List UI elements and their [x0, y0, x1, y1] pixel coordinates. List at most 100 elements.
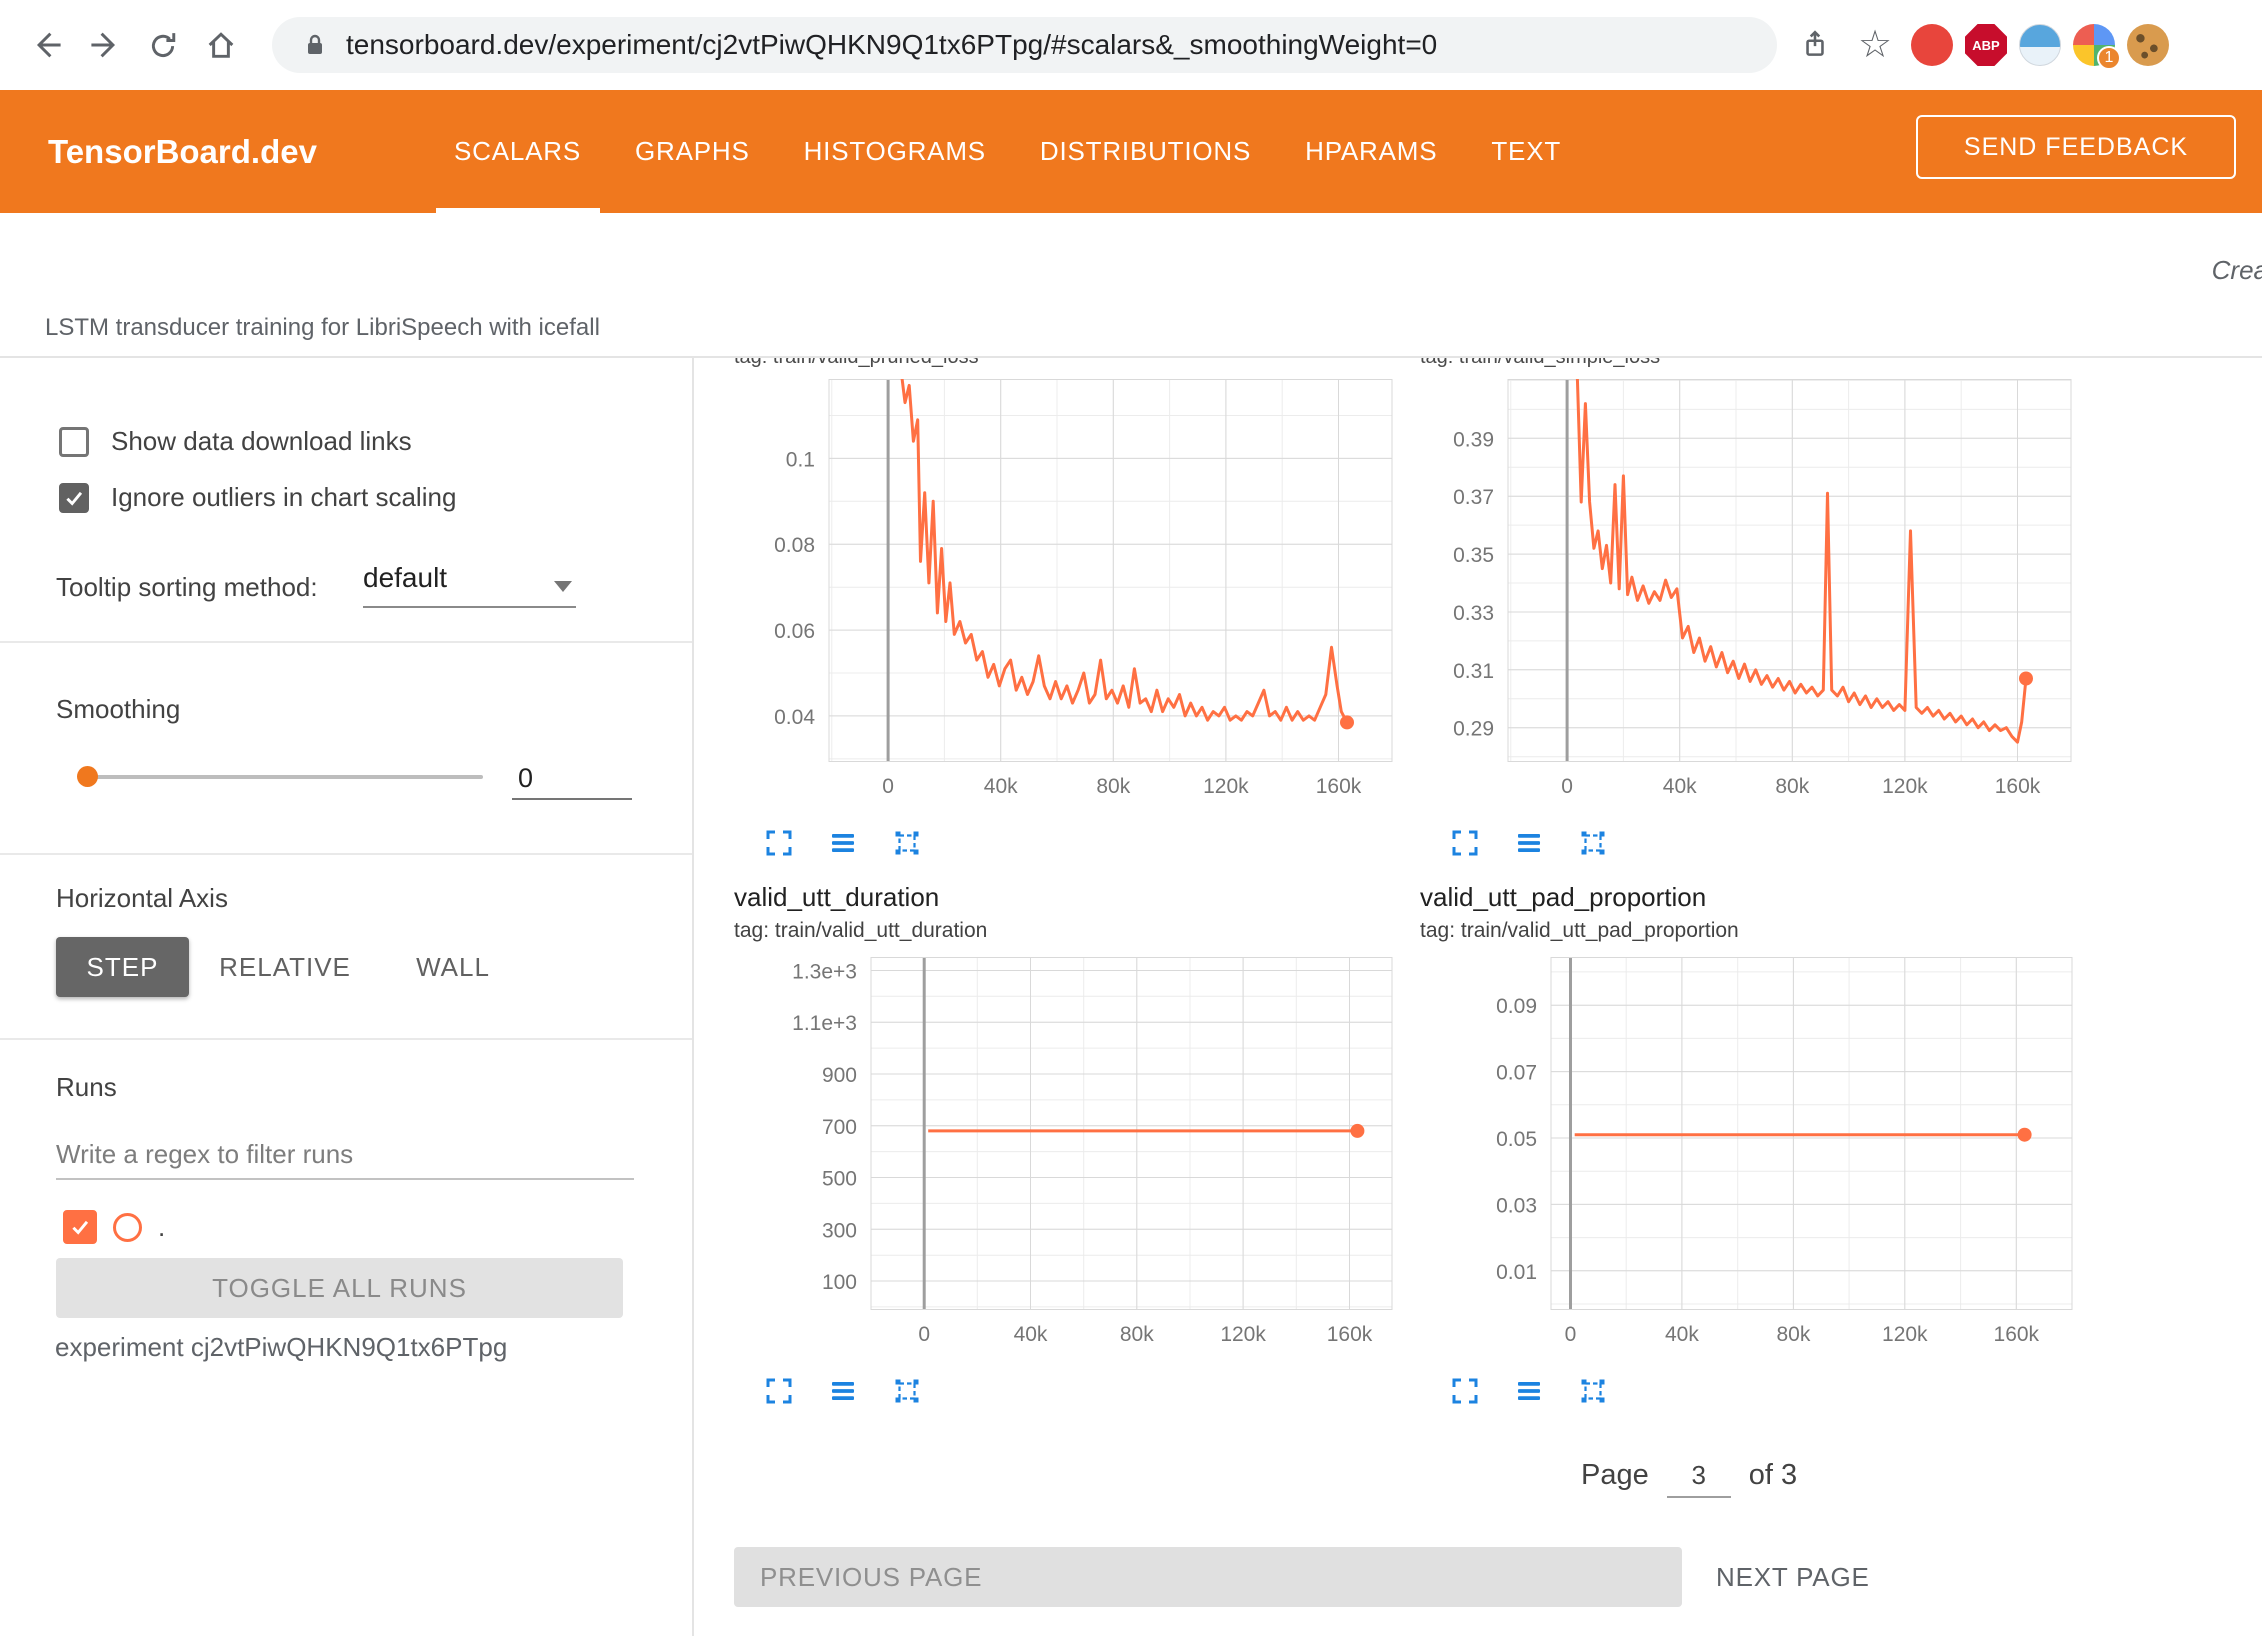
- smoothing-slider-track[interactable]: [88, 775, 483, 779]
- horizontal-axis-label: Horizontal Axis: [56, 883, 228, 914]
- tab-distributions[interactable]: DISTRIBUTIONS: [1040, 136, 1251, 167]
- previous-page-button[interactable]: PREVIOUS PAGE: [734, 1547, 1682, 1607]
- svg-text:0.01: 0.01: [1496, 1261, 1537, 1284]
- svg-text:120k: 120k: [1220, 1323, 1266, 1346]
- svg-text:0.09: 0.09: [1496, 995, 1537, 1018]
- chart-card-valid-utt-pad-proportion: valid_utt_pad_proportion tag: train/vali…: [1420, 882, 2082, 1406]
- tab-histograms[interactable]: HISTOGRAMS: [804, 136, 986, 167]
- axis-step-button[interactable]: STEP: [56, 937, 189, 997]
- refresh-icon[interactable]: [134, 16, 192, 74]
- divider: [0, 853, 692, 855]
- experiment-description: LSTM transducer training for LibriSpeech…: [45, 314, 600, 342]
- divider: [0, 1038, 692, 1040]
- app-logo[interactable]: TensorBoard.dev: [48, 133, 317, 171]
- clipped-chart-tag: tag: train/valid_pruned_loss: [734, 358, 1402, 371]
- download-links-checkbox[interactable]: [59, 427, 89, 457]
- expand-chart-icon[interactable]: [1450, 1376, 1480, 1406]
- home-icon[interactable]: [192, 16, 250, 74]
- ignore-outliers-label: Ignore outliers in chart scaling: [111, 482, 456, 513]
- share-icon[interactable]: [1791, 21, 1839, 69]
- chevron-down-icon: [554, 581, 572, 592]
- tab-scalars[interactable]: SCALARS: [454, 136, 581, 167]
- experiment-name: experiment cj2vtPiwQHKN9Q1tx6PTpg: [55, 1332, 507, 1363]
- chart-tag: tag: train/valid_utt_pad_proportion: [1420, 919, 2082, 943]
- profile-avatar[interactable]: 1: [2073, 24, 2115, 66]
- fit-domain-icon[interactable]: [892, 828, 922, 858]
- chart-tag: tag: train/valid_utt_duration: [734, 919, 1402, 943]
- content-area: Show data download links Ignore outliers…: [0, 356, 2262, 1636]
- svg-text:0.1: 0.1: [786, 448, 815, 471]
- svg-text:0.03: 0.03: [1496, 1194, 1537, 1217]
- chart-card-valid-utt-duration: valid_utt_duration tag: train/valid_utt_…: [734, 882, 1402, 1406]
- created-clipped-text: Crea: [2212, 255, 2262, 286]
- send-feedback-button[interactable]: SEND FEEDBACK: [1916, 115, 2236, 179]
- tab-text[interactable]: TEXT: [1491, 136, 1561, 167]
- lock-icon[interactable]: [300, 30, 330, 60]
- tooltip-sorting-label: Tooltip sorting method:: [56, 572, 318, 603]
- svg-text:0.37: 0.37: [1453, 486, 1494, 509]
- chart-toolbar: [1420, 1376, 2082, 1406]
- svg-text:120k: 120k: [1882, 1323, 1928, 1346]
- clipped-chart-tag: tag: train/valid_simple_loss: [1420, 358, 2081, 371]
- fit-domain-icon[interactable]: [1578, 1376, 1608, 1406]
- download-links-label: Show data download links: [111, 426, 412, 457]
- tab-graphs[interactable]: GRAPHS: [635, 136, 750, 167]
- app-header: TensorBoard.dev SCALARS GRAPHS HISTOGRAM…: [0, 90, 2262, 213]
- chart-plot[interactable]: 0.040.060.080.1040k80k120k160k: [734, 379, 1402, 806]
- runs-list-icon[interactable]: [828, 1376, 858, 1406]
- runs-list-icon[interactable]: [1514, 828, 1544, 858]
- svg-text:0.39: 0.39: [1453, 428, 1494, 451]
- tab-hparams[interactable]: HPARAMS: [1305, 136, 1437, 167]
- svg-text:40k: 40k: [1665, 1323, 1699, 1346]
- svg-text:0.06: 0.06: [774, 620, 815, 643]
- fit-domain-icon[interactable]: [1578, 828, 1608, 858]
- page-number-input[interactable]: [1667, 1454, 1731, 1498]
- axis-relative-button[interactable]: RELATIVE: [205, 937, 365, 997]
- chart-plot[interactable]: 0.010.030.050.070.09040k80k120k160k: [1420, 957, 2082, 1354]
- svg-text:0.08: 0.08: [774, 534, 815, 557]
- svg-text:0.07: 0.07: [1496, 1062, 1537, 1085]
- svg-text:80k: 80k: [1776, 1323, 1810, 1346]
- chart-plot[interactable]: 1003005007009001.1e+31.3e+3040k80k120k16…: [734, 957, 1402, 1354]
- next-page-button[interactable]: NEXT PAGE: [1694, 1547, 1892, 1607]
- chart-plot[interactable]: 0.290.310.330.350.370.39040k80k120k160k: [1420, 379, 2081, 806]
- svg-text:500: 500: [822, 1168, 857, 1191]
- abp-extension-icon[interactable]: ABP: [1965, 24, 2007, 66]
- svg-text:0: 0: [1561, 775, 1573, 798]
- url-text: tensorboard.dev/experiment/cj2vtPiwQHKN9…: [346, 29, 1437, 61]
- bookmark-star-icon[interactable]: ☆: [1851, 21, 1899, 69]
- runs-filter-input[interactable]: [56, 1130, 634, 1180]
- runs-list-icon[interactable]: [828, 828, 858, 858]
- expand-chart-icon[interactable]: [1450, 828, 1480, 858]
- cookie-extension-icon[interactable]: [2127, 24, 2169, 66]
- page: tensorboard.dev/experiment/cj2vtPiwQHKN9…: [0, 0, 2262, 1636]
- forward-icon[interactable]: [76, 16, 134, 74]
- adblock-extension-icon[interactable]: [1911, 24, 1953, 66]
- address-bar[interactable]: tensorboard.dev/experiment/cj2vtPiwQHKN9…: [272, 17, 1777, 73]
- runs-list-icon[interactable]: [1514, 1376, 1544, 1406]
- svg-text:0.31: 0.31: [1453, 660, 1494, 683]
- svg-text:300: 300: [822, 1219, 857, 1242]
- chart-title: valid_utt_duration: [734, 882, 1402, 913]
- svg-text:160k: 160k: [1316, 775, 1362, 798]
- smoothing-slider-thumb[interactable]: [77, 766, 98, 787]
- svg-text:40k: 40k: [1014, 1323, 1048, 1346]
- svg-text:0.29: 0.29: [1453, 718, 1494, 741]
- expand-chart-icon[interactable]: [764, 1376, 794, 1406]
- toggle-all-runs-button[interactable]: TOGGLE ALL RUNS: [56, 1258, 623, 1318]
- tooltip-sorting-value: default: [363, 562, 447, 593]
- expand-chart-icon[interactable]: [764, 828, 794, 858]
- tooltip-sorting-dropdown[interactable]: default: [363, 562, 576, 608]
- axis-wall-button[interactable]: WALL: [393, 937, 513, 997]
- ignore-outliers-checkbox[interactable]: [59, 483, 89, 513]
- blue-extension-icon[interactable]: [2019, 24, 2061, 66]
- back-icon[interactable]: [18, 16, 76, 74]
- smoothing-value-input[interactable]: [512, 758, 632, 800]
- fit-domain-icon[interactable]: [892, 1376, 922, 1406]
- run-checkbox[interactable]: [63, 1210, 97, 1244]
- svg-text:100: 100: [822, 1271, 857, 1294]
- svg-text:0.33: 0.33: [1453, 602, 1494, 625]
- settings-sidebar: Show data download links Ignore outliers…: [0, 358, 694, 1636]
- runs-label: Runs: [56, 1072, 117, 1103]
- run-color-swatch: [113, 1213, 142, 1242]
